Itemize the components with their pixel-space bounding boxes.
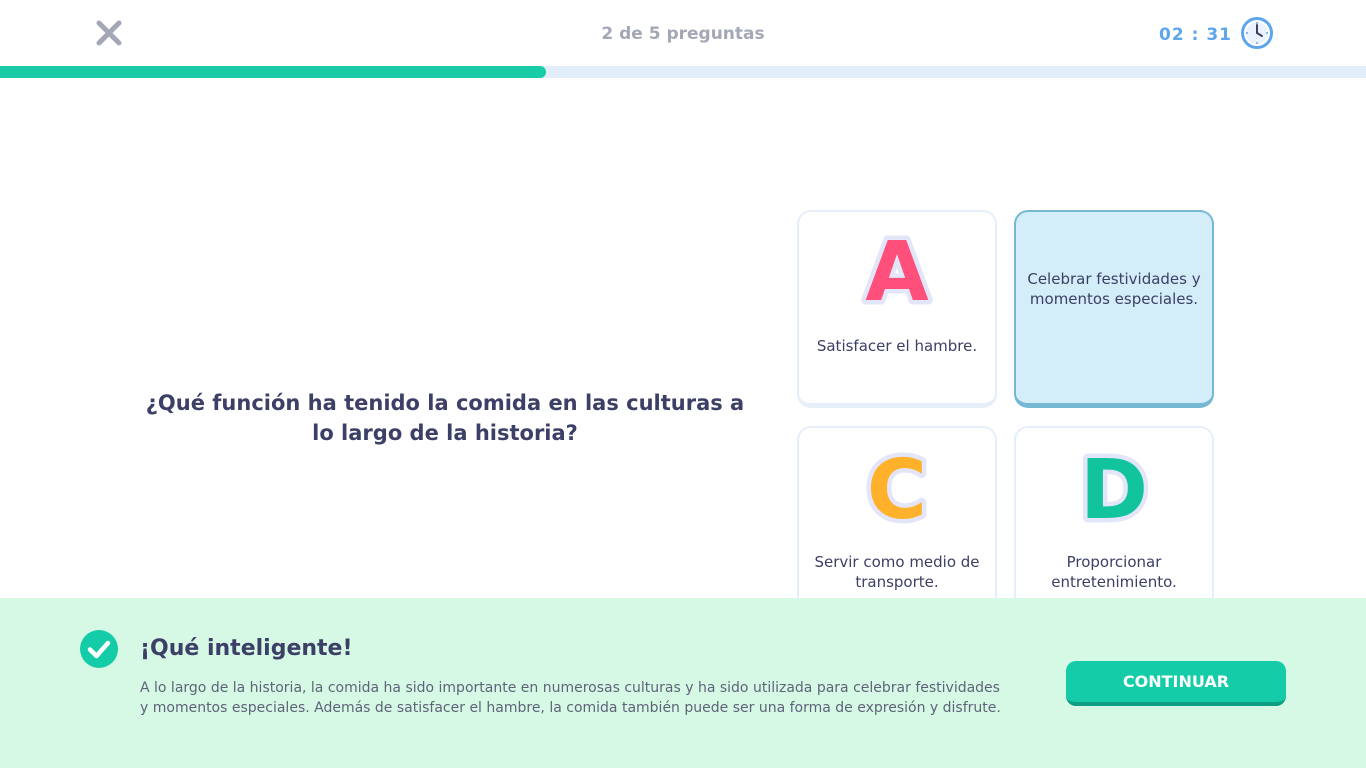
svg-text:A: A (865, 226, 929, 316)
feedback-title: ¡Qué inteligente! (140, 636, 353, 661)
progress-bar (0, 66, 1366, 78)
letter-d-icon: D D (1016, 442, 1212, 532)
option-b-label: Celebrar festividades y momentos especia… (1027, 270, 1201, 308)
question-text: ¿Qué función ha tenido la comida en las … (145, 391, 745, 445)
check-circle-icon (80, 630, 118, 668)
svg-text:D: D (1080, 443, 1148, 532)
option-c-label: Servir como medio de transporte. (814, 553, 980, 591)
clock-icon (1240, 16, 1274, 54)
letter-a-icon: A A (799, 226, 995, 316)
progress-fill (0, 66, 547, 78)
option-d-label: Proporcionar entretenimiento. (1051, 553, 1177, 591)
timer: 02 : 31 (1159, 16, 1274, 54)
feedback-text: A lo largo de la historia, la comida ha … (140, 680, 1001, 716)
letter-c-icon: C C (799, 442, 995, 532)
option-a-card[interactable]: A A Satisfacer el hambre. (797, 210, 997, 408)
option-a-label: Satisfacer el hambre. (816, 337, 978, 355)
option-c-card[interactable]: C C Servir como medio de transporte. (797, 426, 997, 626)
option-b-card[interactable]: Celebrar festividades y momentos especia… (1014, 210, 1214, 408)
svg-text:C: C (867, 443, 927, 532)
option-d-card[interactable]: D D Proporcionar entretenimiento. (1014, 426, 1214, 626)
feedback-panel: ¡Qué inteligente! A lo largo de la histo… (0, 598, 1366, 768)
top-bar: 2 de 5 preguntas 02 : 31 (0, 0, 1366, 66)
continue-button[interactable]: CONTINUAR (1066, 661, 1286, 706)
timer-text: 02 : 31 (1159, 25, 1232, 45)
